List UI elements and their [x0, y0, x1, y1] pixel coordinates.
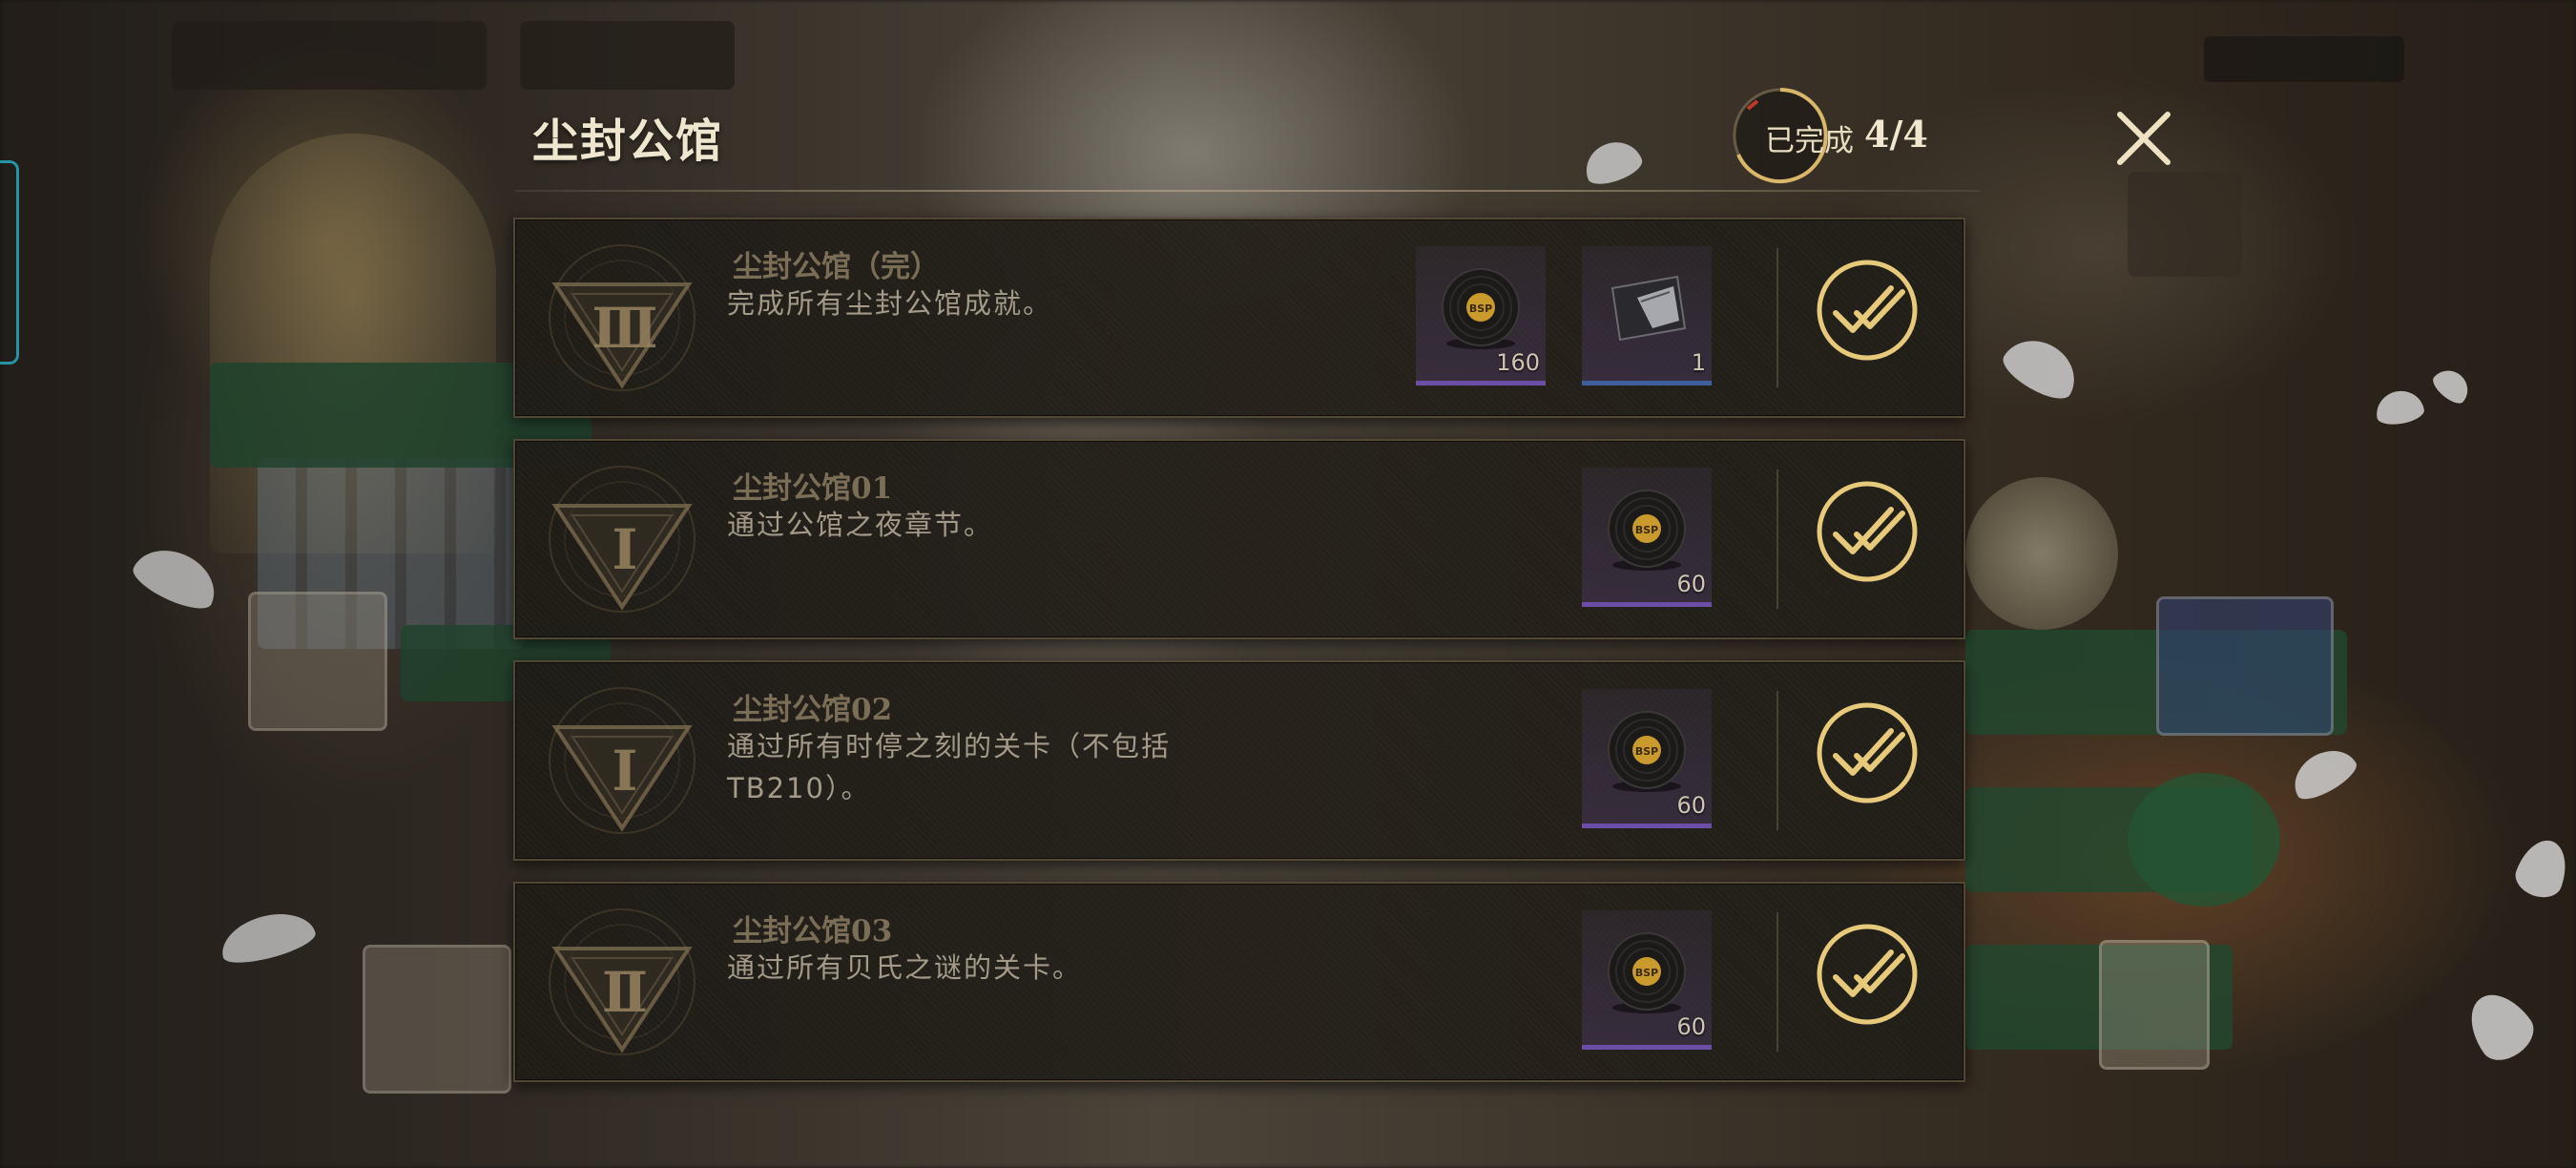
- svg-text:BSP: BSP: [1635, 524, 1658, 536]
- achievement-title: 尘封公馆02: [733, 693, 893, 727]
- achievement-badge-icon: II: [544, 905, 700, 1059]
- achievement-description: 完成所有尘封公馆成就。: [727, 287, 1053, 320]
- reward-quantity: 160: [1496, 349, 1540, 376]
- svg-text:II: II: [602, 960, 646, 1025]
- row-divider: [1776, 912, 1778, 1052]
- achievement-title: 尘封公馆（完）: [733, 250, 940, 284]
- reward-item[interactable]: BSP 60: [1582, 689, 1712, 828]
- svg-text:BSP: BSP: [1635, 745, 1658, 758]
- progress-count: 4/4: [1864, 113, 1928, 156]
- completed-check-icon[interactable]: [1815, 479, 1920, 584]
- header-divider: [515, 190, 1980, 192]
- achievement-row: I 尘封公馆02 通过所有时停之刻的关卡（不包括TB210）。 BSP 60: [513, 660, 1965, 861]
- row-divider: [1776, 248, 1778, 387]
- reward-quantity: 1: [1691, 349, 1706, 376]
- achievement-title: 尘封公馆01: [733, 471, 893, 506]
- achievement-row: III 尘封公馆（完） 完成所有尘封公馆成就。 BSP 160 1: [513, 218, 1965, 418]
- row-divider: [1776, 691, 1778, 830]
- achievement-badge-icon: III: [544, 240, 700, 395]
- reward-quantity: 60: [1676, 571, 1706, 597]
- achievement-badge-icon: I: [544, 462, 700, 616]
- close-icon[interactable]: [2110, 105, 2177, 172]
- game-screen: 尘封公馆 已完成 4/4 III 尘封公馆（完） 完成所有尘封公馆成就。 BSP…: [0, 0, 2576, 1168]
- achievement-badge-icon: I: [544, 683, 700, 838]
- completion-progress: 已完成 4/4: [1729, 84, 1939, 187]
- progress-label: 已完成: [1765, 124, 1854, 158]
- svg-text:III: III: [592, 296, 655, 361]
- row-divider: [1776, 469, 1778, 609]
- achievement-description: 通过公馆之夜章节。: [727, 509, 994, 541]
- svg-text:BSP: BSP: [1635, 967, 1658, 979]
- completed-check-icon[interactable]: [1815, 258, 1920, 363]
- completed-check-icon[interactable]: [1815, 922, 1920, 1027]
- achievement-description: 通过所有时停之刻的关卡（不包括TB210）。: [727, 730, 1172, 804]
- reward-quantity: 60: [1676, 792, 1706, 819]
- achievement-description: 通过所有贝氏之谜的关卡。: [727, 951, 1083, 984]
- achievement-row: II 尘封公馆03 通过所有贝氏之谜的关卡。 BSP 60: [513, 882, 1965, 1082]
- reward-item[interactable]: BSP 60: [1582, 468, 1712, 607]
- achievement-title: 尘封公馆03: [733, 914, 893, 949]
- completed-check-icon[interactable]: [1815, 700, 1920, 805]
- reward-item[interactable]: BSP 60: [1582, 910, 1712, 1050]
- svg-text:BSP: BSP: [1469, 302, 1492, 315]
- reward-item[interactable]: BSP 160: [1416, 246, 1546, 386]
- page-title: 尘封公馆: [532, 115, 724, 168]
- reward-quantity: 60: [1676, 1013, 1706, 1040]
- reward-item[interactable]: 1: [1582, 246, 1712, 386]
- achievement-row: I 尘封公馆01 通过公馆之夜章节。 BSP 60: [513, 439, 1965, 639]
